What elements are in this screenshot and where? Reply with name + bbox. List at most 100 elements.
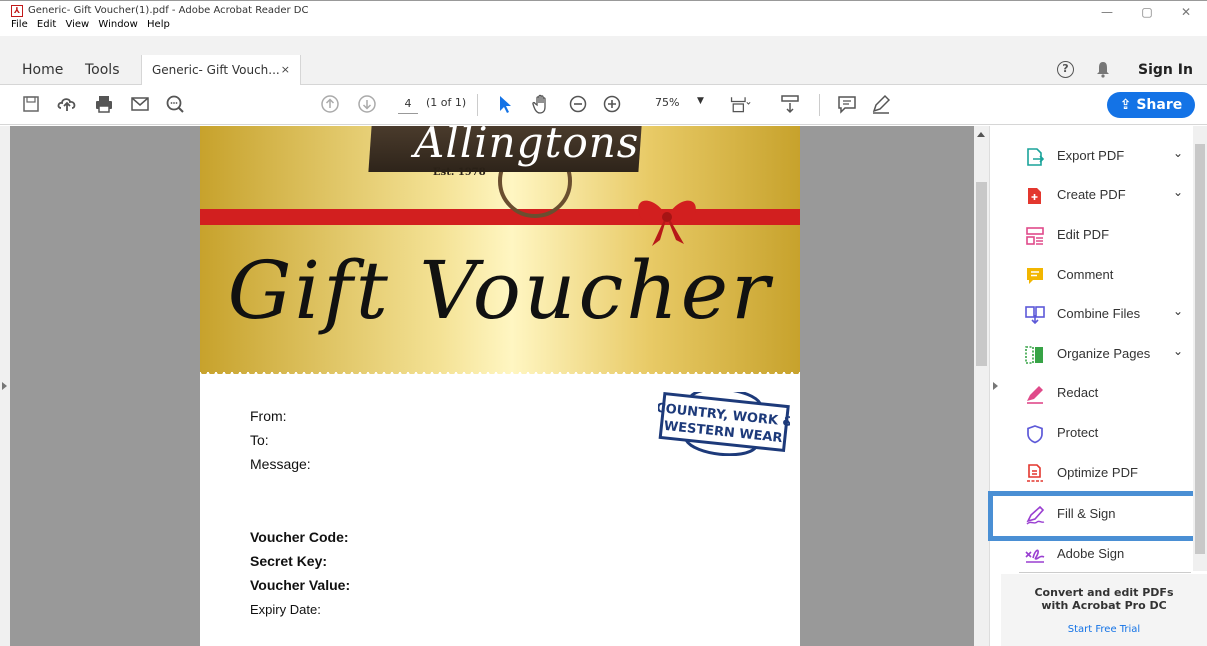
menu-help[interactable]: Help (147, 19, 170, 30)
print-icon[interactable] (93, 93, 115, 115)
tool-create-pdf[interactable]: Create PDF ⌄ (1021, 177, 1193, 215)
tool-combine-files[interactable]: Combine Files ⌄ (1021, 296, 1193, 334)
share-button[interactable]: ⇪ Share (1107, 92, 1195, 118)
window-title: Generic- Gift Voucher(1).pdf - Adobe Acr… (28, 5, 309, 16)
search-zoom-icon[interactable] (164, 93, 186, 115)
fit-page-icon[interactable] (729, 93, 751, 115)
notification-bell-icon[interactable] (1096, 61, 1110, 78)
ribbon-bow-graphic (638, 200, 696, 246)
highlight-pen-icon[interactable] (870, 93, 892, 115)
zoom-out-icon[interactable] (567, 93, 589, 115)
right-panel-toggle[interactable] (989, 126, 1001, 646)
minimize-button[interactable]: — (1087, 1, 1127, 23)
tab-document[interactable]: Generic- Gift Vouch... × (141, 55, 301, 86)
organize-pages-icon (1025, 346, 1043, 364)
page-count-label: (1 of 1) (426, 96, 467, 109)
tool-comment[interactable]: Comment (1021, 257, 1193, 295)
chevron-down-icon[interactable]: ⌄ (1173, 304, 1183, 318)
secret-key-label: Secret Key: (250, 553, 328, 569)
tool-redact[interactable]: Redact (1021, 375, 1193, 413)
page-number-input[interactable]: 4 (398, 94, 418, 114)
tool-organize-pages[interactable]: Organize Pages ⌄ (1021, 336, 1193, 374)
chevron-down-icon[interactable]: ⌄ (1173, 185, 1183, 199)
brand-logo: Allingtons (414, 126, 640, 167)
acrobat-app-icon: ⅄ (11, 5, 23, 17)
comment-icon (1027, 268, 1043, 284)
tools-pane-scrollbar[interactable] (1193, 126, 1207, 571)
promo-line-1: Convert and edit PDFs (1034, 586, 1174, 599)
tab-bar: Home Tools Generic- Gift Vouch... × ? Si… (0, 36, 1207, 86)
protect-icon (1027, 425, 1043, 444)
zoom-dropdown-chevron-icon[interactable]: ▼ (697, 96, 704, 106)
toolbar-divider (477, 94, 478, 116)
toolbar-divider (819, 94, 820, 116)
toolbar: 4 (1 of 1) 75% ▼ ⇪ Share (0, 85, 1207, 125)
next-page-icon[interactable] (356, 93, 378, 115)
voucher-value-label: Voucher Value: (250, 577, 351, 593)
tool-adobe-sign[interactable]: Adobe Sign (1021, 536, 1193, 574)
tab-tools[interactable]: Tools (73, 55, 132, 85)
close-button[interactable]: ✕ (1166, 1, 1206, 23)
pdf-page: Allingtons Est. 1978 Gift Voucher COUNTR… (200, 126, 800, 646)
fill-sign-highlight-box (988, 491, 1207, 541)
menu-file[interactable]: File (11, 19, 28, 30)
left-panel-toggle[interactable] (0, 126, 10, 646)
voucher-banner: Allingtons Est. 1978 Gift Voucher (200, 126, 800, 378)
established-label: Est. 1978 (433, 167, 486, 178)
red-ribbon (200, 209, 800, 225)
tools-pane: Export PDF ⌄ Create PDF ⌄ Edit PDF Comme… (1001, 126, 1207, 646)
menu-bar: File Edit View Window Help (11, 19, 176, 30)
voucher-code-label: Voucher Code: (250, 529, 349, 545)
select-cursor-icon[interactable] (494, 93, 516, 115)
tool-optimize-pdf[interactable]: Optimize PDF (1021, 455, 1193, 493)
chevron-down-icon[interactable]: ⌄ (1173, 146, 1183, 160)
adobe-sign-icon (1025, 549, 1045, 563)
comment-tool-icon[interactable] (836, 93, 858, 115)
message-label: Message: (250, 456, 311, 472)
tab-home[interactable]: Home (10, 55, 75, 85)
from-label: From: (250, 408, 287, 424)
save-icon[interactable] (20, 93, 42, 115)
menu-window[interactable]: Window (98, 19, 137, 30)
combine-files-icon (1025, 306, 1045, 325)
title-bar: ⅄ Generic- Gift Voucher(1).pdf - Adobe A… (0, 0, 1207, 36)
promo-line-2: with Acrobat Pro DC (1041, 599, 1167, 612)
voucher-heading: Gift Voucher (227, 244, 773, 337)
menu-view[interactable]: View (65, 19, 89, 30)
collapse-right-arrow-icon[interactable] (993, 382, 998, 390)
sign-in-button[interactable]: Sign In (1138, 55, 1193, 85)
tools-pane-divider (1019, 572, 1191, 573)
tab-close-icon[interactable]: × (281, 55, 290, 85)
maximize-button[interactable]: ▢ (1127, 1, 1167, 23)
scrollbar-thumb[interactable] (976, 182, 987, 366)
optimize-pdf-icon (1027, 464, 1043, 482)
document-viewport: Allingtons Est. 1978 Gift Voucher COUNTR… (10, 126, 974, 646)
expiry-date-label: Expiry Date: (250, 602, 321, 617)
email-icon[interactable] (129, 93, 151, 115)
start-free-trial-link[interactable]: Start Free Trial (1001, 624, 1207, 635)
tool-export-pdf[interactable]: Export PDF ⌄ (1021, 138, 1193, 176)
tool-edit-pdf[interactable]: Edit PDF (1021, 217, 1193, 255)
share-icon: ⇪ (1119, 97, 1137, 113)
redact-icon (1027, 386, 1043, 404)
to-label: To: (250, 432, 269, 448)
help-icon[interactable]: ? (1057, 61, 1074, 78)
upload-cloud-icon[interactable] (56, 93, 78, 115)
create-pdf-icon (1028, 188, 1041, 204)
edit-pdf-icon (1026, 227, 1044, 245)
zoom-level-select[interactable]: 75% (655, 96, 679, 109)
acrobat-pro-promo: Convert and edit PDFs with Acrobat Pro D… (1001, 574, 1207, 646)
scroll-mode-icon[interactable] (779, 93, 801, 115)
previous-page-icon[interactable] (319, 93, 341, 115)
hand-tool-icon[interactable] (530, 93, 552, 115)
tab-document-label: Generic- Gift Vouch... (152, 63, 280, 77)
document-scrollbar[interactable] (974, 126, 989, 646)
menu-edit[interactable]: Edit (37, 19, 56, 30)
expand-left-arrow-icon[interactable] (2, 382, 7, 390)
tool-protect[interactable]: Protect (1021, 415, 1193, 453)
zoom-in-icon[interactable] (601, 93, 623, 115)
export-pdf-icon (1027, 148, 1045, 166)
tools-pane-scroll-thumb[interactable] (1195, 144, 1205, 554)
chevron-down-icon[interactable]: ⌄ (1173, 344, 1183, 358)
scroll-up-arrow-icon[interactable] (977, 132, 985, 137)
